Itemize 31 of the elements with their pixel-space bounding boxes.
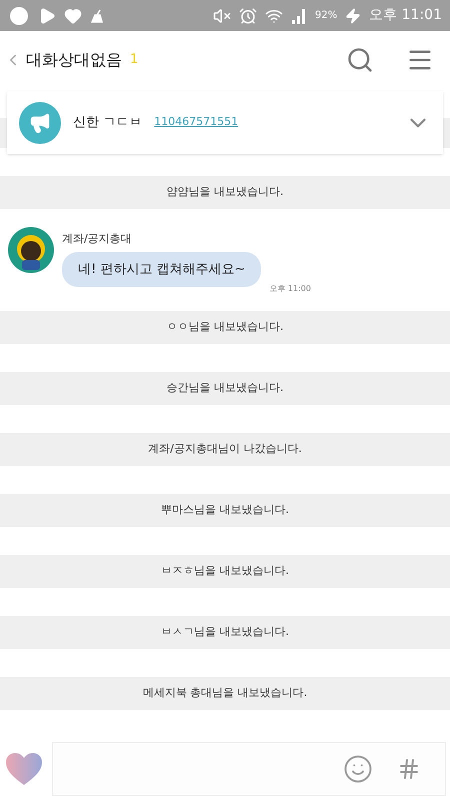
sender-name: 계좌/공지총대	[62, 231, 133, 247]
search-icon[interactable]	[346, 46, 374, 74]
message-input-field[interactable]	[52, 742, 446, 796]
heart-icon[interactable]	[4, 751, 44, 787]
system-message: ㅂㅅㄱ님을 내보냈습니다.	[0, 616, 450, 649]
battery-charging-icon	[345, 8, 362, 24]
system-message: 계좌/공지총대님이 나갔습니다.	[0, 433, 450, 466]
chat-title: 대화상대없음	[26, 48, 122, 70]
hashtag-icon[interactable]	[397, 757, 421, 781]
notice-banner[interactable]: 신한 ㄱㄷㅂ 110467571551	[7, 91, 443, 154]
system-message: 얌얌님을 내보냈습니다.	[0, 176, 450, 209]
emoji-icon[interactable]	[343, 754, 373, 784]
broom-icon	[90, 8, 104, 22]
avatar-icon[interactable]	[8, 227, 54, 273]
clock: 오후 11:01	[369, 6, 442, 25]
message-time: 오후 11:00	[269, 283, 311, 295]
megaphone-icon	[19, 102, 61, 144]
system-message: 메세지북 총대님을 내보냈습니다.	[0, 677, 450, 710]
mute-icon	[212, 6, 231, 24]
play-icon	[38, 6, 56, 24]
member-count: 1	[130, 50, 138, 69]
battery-percent: 92%	[314, 9, 338, 23]
heart-icon	[64, 6, 82, 24]
system-message: 승간님을 내보냈습니다.	[0, 372, 450, 405]
signal-icon	[290, 6, 307, 24]
notice-label: 신한 ㄱㄷㅂ	[73, 114, 142, 132]
system-message: ㅇㅇ님을 내보냈습니다.	[0, 311, 450, 344]
system-message: ㅂㅈㅎ님을 내보냈습니다.	[0, 555, 450, 588]
message-bubble: 네! 편하시고 캡쳐해주세요~	[62, 252, 262, 287]
alarm-icon	[238, 6, 257, 24]
system-message: 뿌마스님을 내보냈습니다.	[0, 494, 450, 527]
